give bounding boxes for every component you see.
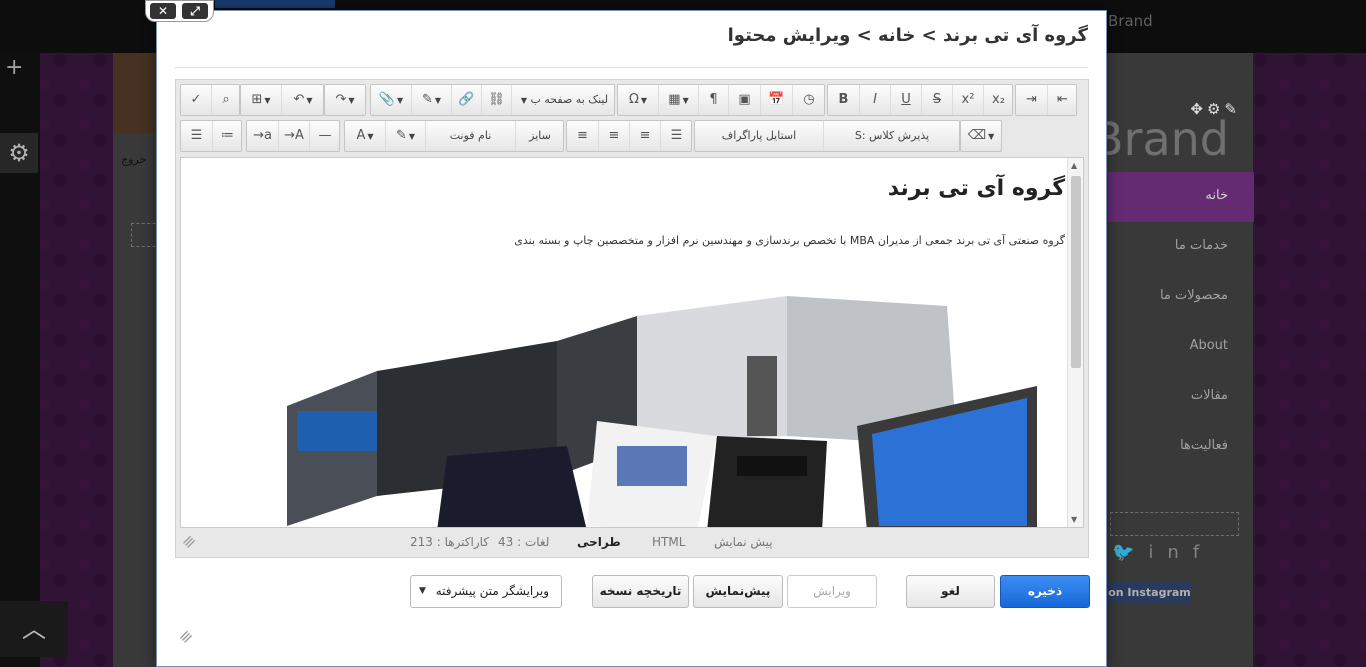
cancel-button[interactable]: لغو — [906, 575, 995, 608]
justify-icon[interactable]: ☰ — [660, 121, 692, 151]
window-controls: ✕ ⤢ — [145, 0, 214, 22]
tab-preview[interactable]: پیش نمایش — [714, 535, 773, 549]
editor-scrollbar[interactable]: ▲ ▼ — [1067, 158, 1083, 527]
maximize-icon[interactable]: ⤢ — [182, 3, 208, 19]
spellcheck-icon[interactable]: ✓ — [181, 85, 211, 115]
image-icon[interactable]: ▣ — [728, 85, 760, 115]
font-size-dropdown[interactable]: سایز — [515, 121, 564, 151]
align-center-icon[interactable]: ≡ — [598, 121, 629, 151]
link-icon[interactable]: 🔗 — [451, 85, 481, 115]
paragraph-mark-icon[interactable]: ¶ — [698, 85, 728, 115]
undo-icon[interactable]: ↶ ▼ — [281, 85, 324, 115]
word-count: لغات : 43 — [498, 535, 550, 549]
underline-icon[interactable]: U — [890, 85, 921, 115]
lowercase-icon[interactable]: →a — [247, 121, 278, 151]
rtl-direction-icon[interactable]: ⇤ — [1047, 85, 1077, 115]
table-icon[interactable]: ▦ ▼ — [658, 85, 698, 115]
horizontal-rule-icon[interactable]: — — [309, 121, 340, 151]
insert-icon[interactable]: ⊞ ▼ — [241, 85, 281, 115]
font-name-dropdown[interactable]: نام فونت — [425, 121, 515, 151]
uppercase-icon[interactable]: →A — [278, 121, 309, 151]
editor-content-area[interactable]: گروه آی تی برند گروه صنعتی آی تی برند جم… — [180, 157, 1084, 528]
redo-icon[interactable]: ↷ ▼ — [325, 85, 365, 115]
tab-html[interactable]: HTML — [652, 535, 685, 549]
dialog-resize-grip-icon[interactable]: ≡ — [174, 625, 197, 648]
document-paragraph: گروه صنعتی آی تی برند جمعی از مدیران MBA… — [514, 234, 1065, 247]
superscript-icon[interactable]: x² — [952, 85, 983, 115]
css-class-dropdown[interactable]: پذیرش کلاس :S — [823, 121, 960, 151]
dialog-title: گروه آی تی برند > خانه > ویرایش محتوا — [727, 25, 1088, 46]
close-icon[interactable]: ✕ — [150, 3, 176, 19]
align-left-icon[interactable]: ≡ — [629, 121, 660, 151]
numbered-list-icon[interactable]: ☰ — [181, 121, 212, 151]
edit-content-dialog: گروه آی تی برند > خانه > ویرایش محتوا ✓ … — [156, 10, 1107, 667]
align-right-icon[interactable]: ≡ — [567, 121, 598, 151]
editor-mode-select[interactable]: ویرایشگر متن پیشرفته ▼ — [410, 575, 562, 608]
editor-status-bar: ≡ کاراکترها : 213 لغات : 43 طراحی HTML پ… — [177, 530, 1084, 554]
unlink-icon[interactable]: ⛓ — [481, 85, 511, 115]
version-history-button[interactable]: تاریخچه نسخه — [592, 575, 689, 608]
bullet-list-icon[interactable]: ≔ — [212, 121, 242, 151]
tab-design[interactable]: طراحی — [577, 535, 621, 549]
edit-icon[interactable]: ✎ ▼ — [411, 85, 451, 115]
attach-icon[interactable]: 📎 ▼ — [371, 85, 411, 115]
subscript-icon[interactable]: x₂ — [983, 85, 1013, 115]
ltr-direction-icon[interactable]: ⇥ — [1016, 85, 1047, 115]
special-character-icon[interactable]: Ω ▼ — [618, 85, 658, 115]
paragraph-style-dropdown[interactable]: استایل پاراگراف — [695, 121, 823, 151]
highlight-icon[interactable]: ✎ ▼ — [385, 121, 425, 151]
scrollbar-thumb[interactable] — [1071, 176, 1081, 368]
character-count: کاراکترها : 213 — [410, 535, 490, 549]
save-button[interactable]: ذخیره — [1000, 575, 1090, 608]
resize-grip-icon[interactable]: ≡ — [177, 530, 200, 553]
chevron-down-icon: ▼ — [419, 586, 426, 596]
find-icon[interactable]: ⌕ — [211, 85, 240, 115]
link-to-page-dropdown[interactable]: لینک به صفحه ب ▼ — [511, 85, 615, 115]
printing-press-image — [267, 286, 1047, 527]
strikethrough-icon[interactable]: S — [921, 85, 952, 115]
document-heading: گروه آی تی برند — [887, 176, 1065, 201]
italic-icon[interactable]: I — [859, 85, 890, 115]
eraser-icon[interactable]: ⌫ ▼ — [961, 121, 1001, 151]
edit-button[interactable]: ویرایش — [787, 575, 877, 608]
rich-text-editor: ✓ ⌕ ⊞ ▼ ↶ ▼ ↷ ▼ 📎 ▼ ✎ ▼ 🔗 ⛓ لینک به صفحه ب ▼ … — [175, 79, 1089, 558]
title-divider — [175, 67, 1088, 68]
font-color-icon[interactable]: A ▼ — [345, 121, 385, 151]
bold-icon[interactable]: B — [828, 85, 859, 115]
toolbar-row-1: ✓ ⌕ ⊞ ▼ ↶ ▼ ↷ ▼ 📎 ▼ ✎ ▼ 🔗 ⛓ لینک به صفحه ب ▼ … — [180, 84, 1086, 116]
calendar-icon[interactable]: 📅 — [760, 85, 792, 115]
toolbar-row-2: ☰ ≔ →a →A — A ▼ ✎ ▼ نام فونت سایز ≡ ≡ ≡ ☰ — [180, 120, 1086, 152]
clock-icon[interactable]: ◷ — [792, 85, 825, 115]
preview-button[interactable]: پیش‌نمایش — [693, 575, 783, 608]
